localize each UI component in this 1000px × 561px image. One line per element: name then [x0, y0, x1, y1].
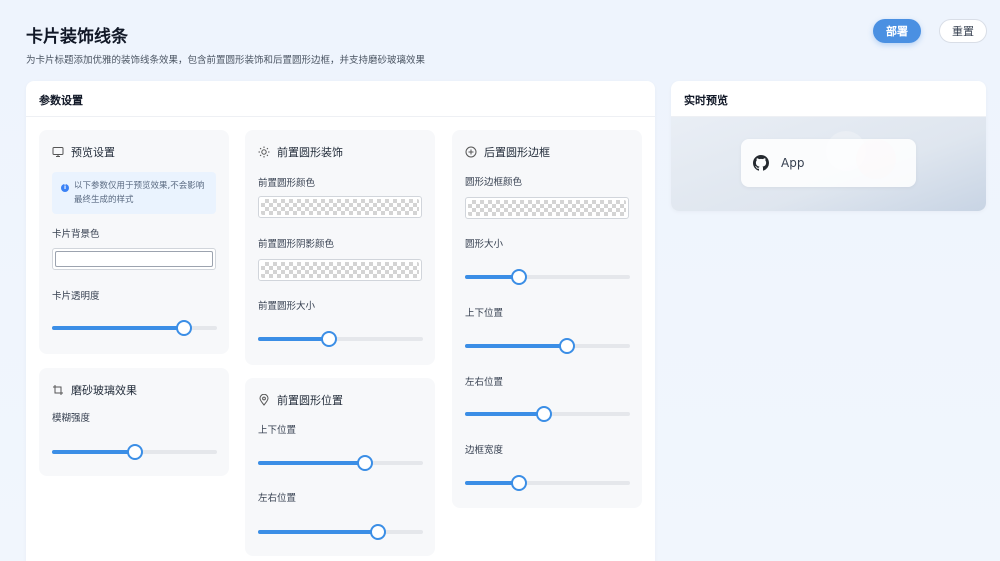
front-horizontal-slider[interactable]	[258, 524, 423, 540]
sun-icon	[258, 146, 270, 158]
front-shadow-color-swatch	[261, 262, 419, 278]
location-pin-icon	[259, 394, 269, 406]
slider-thumb[interactable]	[511, 269, 528, 285]
slider-thumb[interactable]	[126, 444, 143, 460]
front-size-slider[interactable]	[258, 331, 423, 347]
slider-fill	[258, 337, 329, 341]
rear-border-color-label: 圆形边框颜色	[465, 177, 523, 188]
preview-card: App	[741, 139, 916, 187]
rear-border-color-swatch	[468, 200, 626, 216]
front-position-title: 前置圆形位置	[258, 392, 343, 408]
preview-settings-title-text: 预览设置	[71, 146, 115, 159]
page-title: 卡片装饰线条	[26, 27, 128, 47]
front-horizontal-label: 左右位置	[258, 493, 297, 504]
deploy-button[interactable]: 部署	[873, 19, 921, 43]
rear-size-label: 圆形大小	[465, 239, 504, 250]
slider-thumb[interactable]	[370, 524, 387, 540]
rear-border-width-label: 边框宽度	[465, 445, 504, 456]
preview-info-box: i 以下参数仅用于预览效果,不会影响最终生成的样式	[52, 172, 216, 214]
front-vertical-slider[interactable]	[258, 455, 423, 471]
frosted-glass-card: 磨砂玻璃效果 模糊强度	[39, 368, 229, 476]
rear-border-width-slider[interactable]	[465, 475, 630, 491]
rear-border-title: 后置圆形边框	[465, 144, 550, 160]
preview-settings-title: 预览设置	[52, 144, 115, 160]
front-color-label: 前置圆形颜色	[258, 178, 316, 189]
rear-border-color-input[interactable]	[465, 197, 629, 219]
plus-circle-icon	[465, 146, 477, 158]
preview-info-text: 以下参数仅用于预览效果,不会影响最终生成的样式	[74, 181, 205, 205]
opacity-slider[interactable]	[52, 320, 217, 336]
rear-border-card: 后置圆形边框 圆形边框颜色 圆形大小 上下位置 左右位置 边框宽度	[452, 130, 642, 508]
front-shadow-color-label: 前置圆形阴影颜色	[258, 239, 335, 250]
bg-color-input[interactable]	[52, 248, 216, 270]
monitor-icon	[52, 147, 64, 157]
preview-settings-card: 预览设置 i 以下参数仅用于预览效果,不会影响最终生成的样式 卡片背景色 卡片透…	[39, 130, 229, 354]
reset-button[interactable]: 重置	[939, 19, 987, 43]
params-panel-title: 参数设置	[26, 81, 655, 117]
front-position-card: 前置圆形位置 上下位置 左右位置	[245, 378, 435, 556]
bg-color-swatch	[55, 251, 213, 267]
rear-vertical-label: 上下位置	[465, 308, 504, 319]
slider-thumb[interactable]	[176, 320, 192, 336]
front-circle-title: 前置圆形装饰	[258, 144, 343, 160]
slider-thumb[interactable]	[357, 455, 374, 471]
preview-area: App	[671, 117, 986, 211]
rear-border-title-text: 后置圆形边框	[484, 146, 550, 159]
slider-thumb[interactable]	[511, 475, 528, 491]
front-vertical-label: 上下位置	[258, 425, 297, 436]
opacity-label: 卡片透明度	[52, 291, 100, 302]
slider-thumb[interactable]	[320, 331, 337, 347]
blur-slider[interactable]	[52, 444, 217, 460]
slider-fill	[258, 530, 379, 534]
page-description: 为卡片标题添加优雅的装饰线条效果，包含前置圆形装饰和后置圆形边框，并支持磨砂玻璃…	[26, 55, 426, 66]
info-icon: i	[61, 184, 69, 192]
rear-horizontal-slider[interactable]	[465, 406, 630, 422]
params-panel: 参数设置 预览设置 i 以下参数仅用于预览效果,不会影响最终生成的样式 卡片背景…	[26, 81, 655, 561]
slider-thumb[interactable]	[536, 406, 553, 422]
github-icon	[753, 155, 769, 171]
front-circle-title-text: 前置圆形装饰	[277, 146, 343, 159]
preview-panel-title: 实时预览	[671, 81, 986, 117]
slider-fill	[52, 450, 135, 454]
bg-color-label: 卡片背景色	[52, 229, 100, 240]
rear-horizontal-label: 左右位置	[465, 377, 504, 388]
preview-panel: 实时预览 App	[671, 81, 986, 211]
slider-fill	[465, 412, 545, 416]
front-color-input[interactable]	[258, 196, 422, 218]
rear-vertical-slider[interactable]	[465, 338, 630, 354]
frosted-glass-title: 磨砂玻璃效果	[52, 382, 137, 398]
rear-size-slider[interactable]	[465, 269, 630, 285]
frosted-glass-title-text: 磨砂玻璃效果	[71, 384, 137, 397]
preview-app-name: App	[781, 156, 805, 170]
crop-icon	[53, 385, 63, 395]
blur-label: 模糊强度	[52, 413, 91, 424]
slider-fill	[52, 326, 184, 330]
front-size-label: 前置圆形大小	[258, 301, 316, 312]
slider-fill	[465, 344, 568, 348]
front-shadow-color-input[interactable]	[258, 259, 422, 281]
front-circle-card: 前置圆形装饰 前置圆形颜色 前置圆形阴影颜色 前置圆形大小	[245, 130, 435, 365]
front-position-title-text: 前置圆形位置	[277, 394, 343, 407]
front-color-swatch	[261, 199, 419, 215]
slider-thumb[interactable]	[559, 338, 576, 354]
slider-fill	[258, 461, 366, 465]
